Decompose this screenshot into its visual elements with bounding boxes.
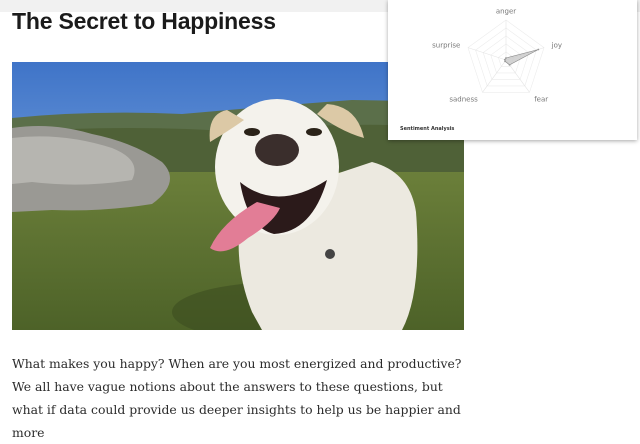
radar-series-area <box>504 49 539 66</box>
page-title: The Secret to Happiness <box>12 8 276 34</box>
sentiment-popup: anger joy fear sadness surprise Sentiment An… <box>388 0 637 140</box>
article-body: What makes you happy? When are you most … <box>12 356 462 440</box>
radar-point-joy <box>537 48 540 51</box>
popup-title: Sentiment Analysis <box>400 126 455 132</box>
radar-label-sadness: sadness <box>449 95 478 103</box>
radar-point-sadness <box>504 60 506 63</box>
radar-point-surprise <box>503 58 506 61</box>
radar-label-surprise: surprise <box>432 42 460 50</box>
radar-point-anger <box>505 57 507 59</box>
radar-label-joy: joy <box>551 42 562 50</box>
radar-point-fear <box>508 63 511 66</box>
radar-label-fear: fear <box>534 95 548 103</box>
sentiment-radar-chart: anger joy fear sadness surprise <box>432 8 562 104</box>
radar-label-anger: anger <box>496 8 516 16</box>
